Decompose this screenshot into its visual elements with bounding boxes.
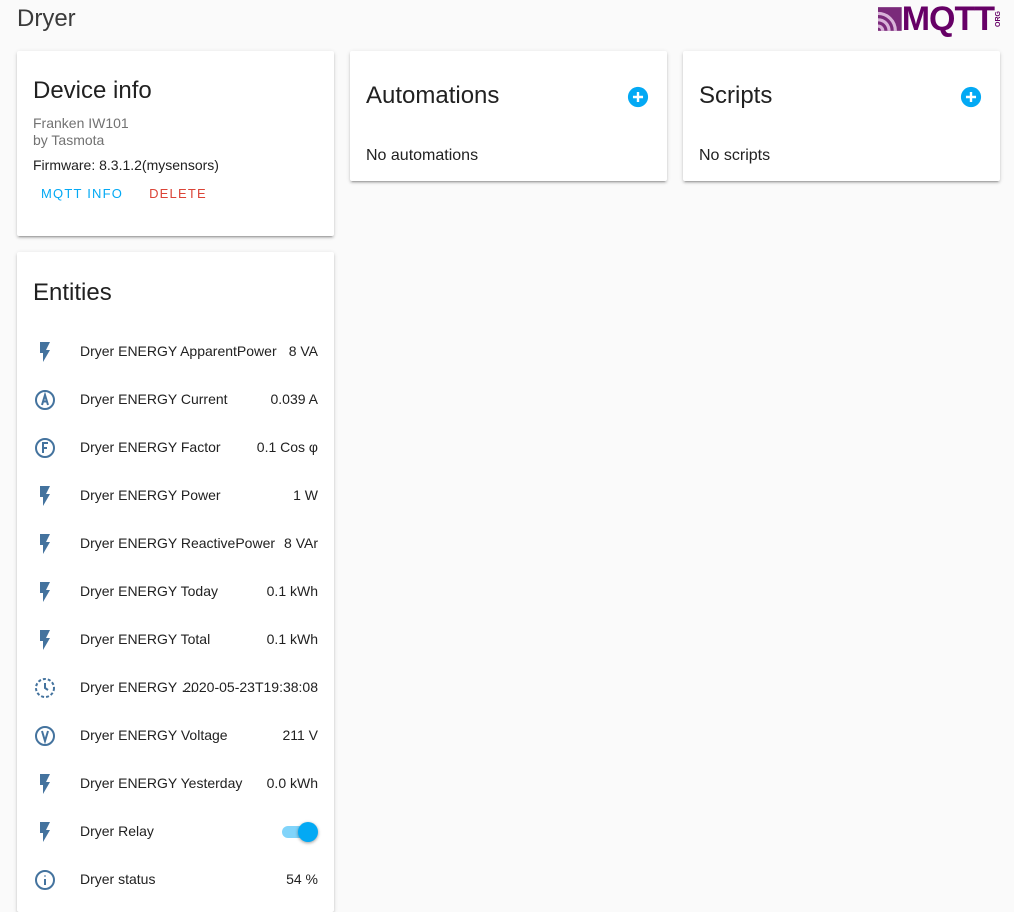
entity-name: Dryer ENERGY Today: [80, 583, 218, 599]
entity-row[interactable]: Dryer ENERGY Power 1 W: [17, 472, 334, 520]
entity-state: 0.1 Cos φ: [256, 439, 318, 455]
flash-icon: [40, 486, 50, 506]
alpha-f-circle-icon: [35, 438, 55, 458]
entity-row[interactable]: Dryer status 54 %: [17, 856, 334, 904]
mqtt-logo: MQTT ORG: [878, 0, 1002, 38]
entity-row[interactable]: Dryer ENERGY Factor 0.1 Cos φ: [17, 424, 334, 472]
info-icon: [35, 870, 55, 890]
entity-name: Dryer Relay: [80, 823, 154, 839]
flash-icon: [40, 774, 50, 794]
entity-name: Dryer ENERGY Current: [80, 391, 228, 407]
automations-title: Automations: [366, 82, 500, 109]
device-info-card: Device info Franken IW101 by Tasmota Fir…: [17, 51, 334, 236]
automations-card: Automations No automations: [350, 51, 667, 181]
device-firmware: Firmware: 8.3.1.2(mysensors): [33, 157, 219, 173]
toggle-thumb: [298, 822, 318, 842]
delete-button[interactable]: DELETE: [141, 184, 215, 203]
entity-name: Dryer ENERGY ApparentPower: [80, 343, 277, 359]
entity-state: 0.1 kWh: [266, 631, 318, 647]
device-info-title: Device info: [33, 77, 152, 104]
device-model-name: Franken IW101: [33, 115, 129, 131]
entity-row[interactable]: Dryer ENERGY Voltage 211 V: [17, 712, 334, 760]
flash-icon: [40, 534, 50, 554]
entity-name: Dryer ENERGY Yesterday: [80, 775, 243, 791]
entities-card: Entities Dryer ENERGY ApparentPower 8 VA D…: [17, 252, 334, 912]
entity-row[interactable]: Dryer Relay: [17, 808, 334, 856]
scripts-card: Scripts No scripts: [683, 51, 1000, 181]
add-script-button[interactable]: [960, 86, 982, 108]
entity-row[interactable]: Dryer ENERGY Today 0.1 kWh: [17, 568, 334, 616]
entity-state: 0.1 kWh: [266, 583, 318, 599]
entity-row[interactable]: Dryer ENERGY ApparentPower 8 VA: [17, 328, 334, 376]
entity-name: Dryer ENERGY Factor: [80, 439, 221, 455]
scripts-title: Scripts: [699, 82, 773, 109]
entity-name: Dryer status: [80, 871, 156, 887]
entity-state: 2020-05-23T19:38:08: [183, 679, 318, 695]
entity-row[interactable]: Dryer ENERGY Current 0.039 A: [17, 376, 334, 424]
entity-state: 211 V: [282, 727, 318, 743]
entities-title: Entities: [33, 279, 112, 306]
entity-name: Dryer ENERGY ReactivePower: [80, 535, 276, 551]
flash-icon: [40, 630, 50, 650]
entity-row[interactable]: Dryer ENERGY Total 0.1 kWh: [17, 616, 334, 664]
automations-empty: No automations: [366, 147, 479, 164]
scripts-empty: No scripts: [699, 147, 771, 164]
logo-suffix: ORG: [995, 11, 1002, 27]
alpha-v-circle-icon: [35, 726, 55, 746]
entity-row[interactable]: Dryer ENERGY Yesterday 0.0 kWh: [17, 760, 334, 808]
flash-icon: [40, 582, 50, 602]
add-automation-button[interactable]: [627, 86, 649, 108]
entity-list: Dryer ENERGY ApparentPower 8 VA Dryer ENER…: [17, 328, 334, 904]
relay-toggle[interactable]: [282, 821, 318, 843]
entity-state: 8 VA: [288, 343, 318, 359]
logo-text: MQTT: [901, 0, 995, 38]
page-title: Dryer: [17, 5, 76, 32]
entity-state: 54 %: [286, 871, 318, 887]
entity-name: Dryer ENERGY Power: [80, 487, 221, 503]
flash-icon: [40, 342, 50, 362]
entity-name: Dryer ENERGY Total: [80, 631, 211, 647]
device-model: Franken IW101 by Tasmota: [33, 115, 129, 149]
entity-state: 0.039 A: [270, 391, 319, 407]
entity-name: Dryer ENERGY Voltage: [80, 727, 228, 743]
entity-row[interactable]: Dryer ENERGY ReactivePower 8 VAr: [17, 520, 334, 568]
entity-state: 1 W: [293, 487, 318, 503]
mqtt-info-button[interactable]: MQTT INFO: [33, 184, 131, 203]
clock-icon: [35, 678, 55, 698]
alpha-a-circle-icon: [35, 390, 55, 410]
device-manufacturer: by Tasmota: [33, 132, 105, 148]
mqtt-waves-icon: [878, 7, 902, 32]
device-actions: MQTT INFO DELETE: [33, 184, 215, 203]
flash-icon: [40, 822, 50, 842]
entity-row[interactable]: Dryer ENERGY … 2020-05-23T19:38:08: [17, 664, 334, 712]
entity-state: 8 VAr: [284, 535, 318, 551]
entity-name: Dryer ENERGY …: [80, 679, 195, 695]
entity-state: 0.0 kWh: [266, 775, 318, 791]
